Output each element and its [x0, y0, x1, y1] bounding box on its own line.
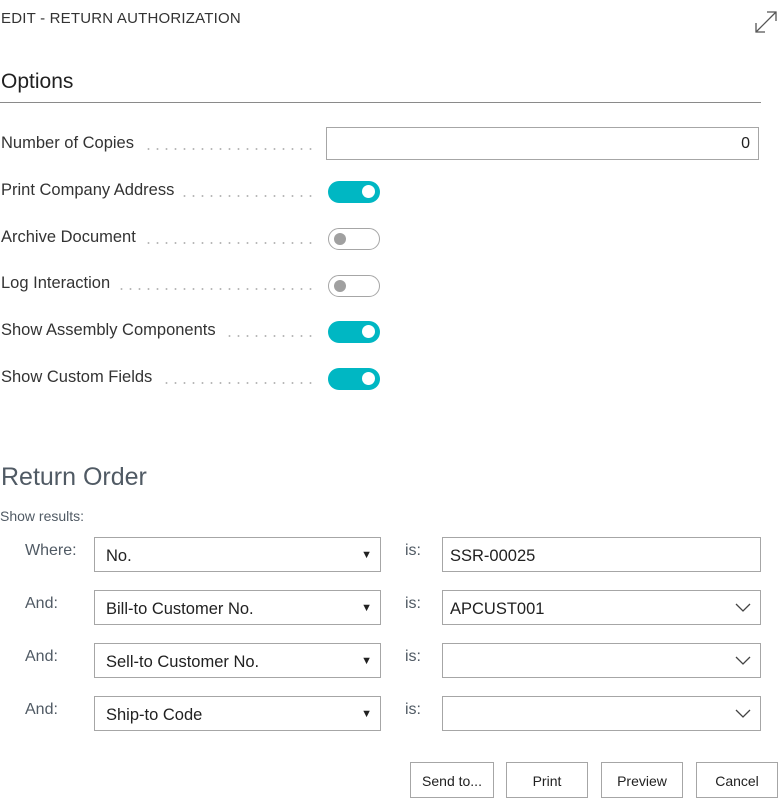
print-company-address-row: Print Company Address	[0, 177, 761, 207]
filter-field-value: Ship-to Code	[106, 706, 203, 724]
log-interaction-label: Log Interaction	[1, 274, 119, 293]
filter-is-label: is:	[405, 542, 421, 559]
number-of-copies-label: Number of Copies	[1, 134, 142, 153]
expand-icon[interactable]	[752, 8, 780, 36]
archive-document-row: Archive Document	[0, 224, 761, 254]
filter-value-combo-4[interactable]	[442, 696, 761, 731]
chevron-down-icon[interactable]	[735, 601, 751, 613]
filter-is-label: is:	[405, 595, 421, 612]
preview-button[interactable]: Preview	[601, 762, 683, 798]
toggle-knob	[334, 233, 346, 245]
filter-prefix-where: Where:	[25, 542, 77, 559]
filter-field-select-4[interactable]: Ship-to Code ▼	[94, 696, 381, 731]
filter-field-value: Bill-to Customer No.	[106, 600, 254, 618]
archive-document-label: Archive Document	[1, 228, 144, 247]
return-order-heading: Return Order	[1, 463, 147, 491]
section-divider	[0, 102, 761, 103]
filter-field-select-3[interactable]: Sell-to Customer No. ▼	[94, 643, 381, 678]
toggle-knob	[362, 372, 375, 385]
filter-value-text: APCUST001	[450, 600, 545, 618]
filter-is-label: is:	[405, 701, 421, 718]
filter-value-combo-3[interactable]	[442, 643, 761, 678]
filter-field-select-1[interactable]: No. ▼	[94, 537, 381, 572]
triangle-down-icon: ▼	[361, 708, 372, 720]
number-of-copies-input[interactable]: 0	[326, 127, 759, 160]
log-interaction-row: Log Interaction	[0, 270, 761, 300]
filter-field-select-2[interactable]: Bill-to Customer No. ▼	[94, 590, 381, 625]
print-button[interactable]: Print	[506, 762, 588, 798]
dialog-title: EDIT - RETURN AUTHORIZATION	[1, 10, 241, 27]
show-assembly-components-row: Show Assembly Components	[0, 317, 761, 347]
show-assembly-components-toggle[interactable]	[328, 321, 380, 343]
options-heading: Options	[1, 70, 74, 93]
toggle-knob	[362, 185, 375, 198]
triangle-down-icon: ▼	[361, 602, 372, 614]
archive-document-toggle[interactable]	[328, 228, 380, 250]
send-to-button[interactable]: Send to...	[410, 762, 494, 798]
filter-field-value: No.	[106, 547, 132, 565]
filter-field-value: Sell-to Customer No.	[106, 653, 260, 671]
filter-value-text: SSR-00025	[450, 547, 536, 565]
filter-prefix-and: And:	[25, 701, 58, 718]
show-custom-fields-row: Show Custom Fields	[0, 364, 761, 394]
filter-prefix-and: And:	[25, 595, 58, 612]
print-company-address-toggle[interactable]	[328, 181, 380, 203]
filter-value-input-1[interactable]: SSR-00025	[442, 537, 761, 572]
toggle-knob	[334, 280, 346, 292]
toggle-knob	[362, 325, 375, 338]
filter-is-label: is:	[405, 648, 421, 665]
cancel-button[interactable]: Cancel	[696, 762, 778, 798]
print-company-address-label: Print Company Address	[1, 181, 183, 200]
show-results-label: Show results:	[0, 508, 85, 524]
show-custom-fields-label: Show Custom Fields	[1, 368, 161, 387]
show-custom-fields-toggle[interactable]	[328, 368, 380, 390]
triangle-down-icon: ▼	[361, 655, 372, 667]
filter-prefix-and: And:	[25, 648, 58, 665]
chevron-down-icon[interactable]	[735, 707, 751, 719]
chevron-down-icon[interactable]	[735, 654, 751, 666]
filter-value-combo-2[interactable]: APCUST001	[442, 590, 761, 625]
triangle-down-icon: ▼	[361, 549, 372, 561]
show-assembly-components-label: Show Assembly Components	[1, 321, 224, 340]
log-interaction-toggle[interactable]	[328, 275, 380, 297]
